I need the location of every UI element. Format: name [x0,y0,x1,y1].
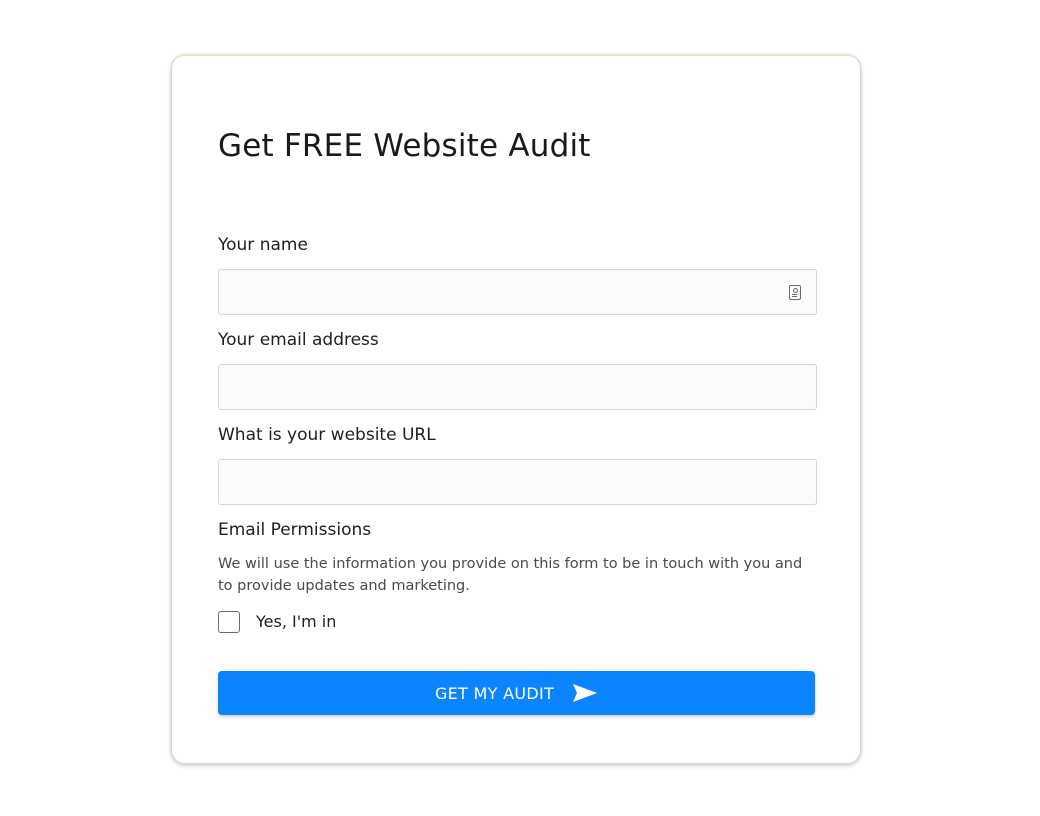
form-title: Get FREE Website Audit [218,128,591,164]
email-input[interactable] [218,364,817,410]
send-icon [573,684,598,702]
contact-card-icon[interactable] [789,285,801,300]
email-label: Your email address [218,330,379,350]
website-url-input[interactable] [218,459,817,505]
audit-form-card: Get FREE Website Audit Your name Your em… [171,54,861,764]
name-input[interactable] [218,269,817,315]
consent-checkbox[interactable] [218,611,240,633]
website-url-label: What is your website URL [218,425,436,445]
get-my-audit-button[interactable]: GET MY AUDIT [218,671,815,715]
email-permissions-heading: Email Permissions [218,520,372,540]
email-permissions-text: We will use the information you provide … [218,556,803,594]
consent-checkbox-label[interactable]: Yes, I'm in [256,612,336,631]
submit-label: GET MY AUDIT [434,683,555,703]
name-label: Your name [218,235,308,255]
